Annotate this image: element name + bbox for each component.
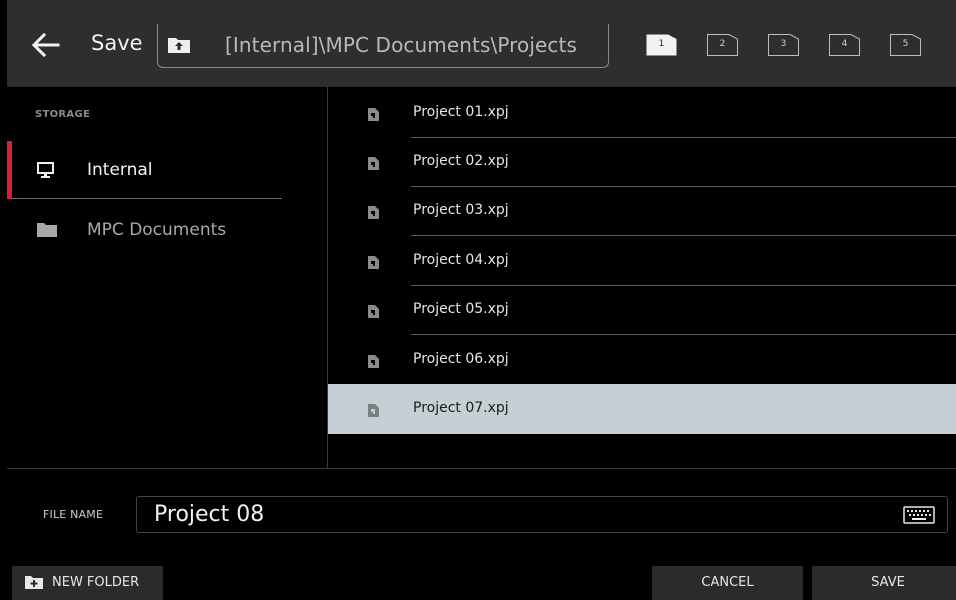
- monitor-icon: [37, 162, 55, 178]
- slot-label: 3: [780, 39, 787, 49]
- file-icon: [368, 303, 379, 318]
- file-icon: [368, 353, 379, 368]
- storage-item-label: Internal: [87, 160, 153, 180]
- storage-item-mpc-documents[interactable]: MPC Documents: [7, 201, 282, 259]
- page-title: Save: [91, 31, 143, 55]
- selection-marker: [7, 141, 12, 199]
- slot-3-button[interactable]: 3: [768, 34, 799, 56]
- file-name: Project 06.xpj: [413, 351, 509, 367]
- cancel-button[interactable]: CANCEL: [652, 566, 803, 600]
- storage-item-label: MPC Documents: [87, 220, 227, 240]
- back-arrow-icon[interactable]: [28, 28, 62, 62]
- file-name: Project 02.xpj: [413, 153, 509, 169]
- keyboard-icon[interactable]: [903, 506, 935, 524]
- slot-2-button[interactable]: 2: [707, 34, 738, 56]
- file-icon: [368, 155, 379, 170]
- new-folder-label: NEW FOLDER: [52, 575, 140, 590]
- file-icon: [368, 402, 379, 417]
- folder-icon: [37, 222, 57, 238]
- slot-label: 5: [902, 39, 909, 49]
- save-button[interactable]: SAVE: [812, 566, 956, 600]
- file-name: Project 03.xpj: [413, 202, 509, 218]
- section-divider: [7, 468, 956, 469]
- current-path: [Internal]\MPC Documents\Projects: [225, 33, 577, 57]
- file-row-selected[interactable]: Project 07.xpj: [328, 384, 956, 434]
- new-folder-icon: [25, 576, 43, 589]
- storage-section-label: STORAGE: [35, 109, 91, 120]
- file-row[interactable]: Project 02.xpj: [328, 137, 956, 187]
- file-row[interactable]: Project 06.xpj: [328, 335, 956, 385]
- file-row[interactable]: Project 01.xpj: [328, 88, 956, 138]
- file-row[interactable]: Project 05.xpj: [328, 285, 956, 335]
- file-name-value: Project 08: [154, 502, 265, 527]
- slot-label: 2: [719, 39, 726, 49]
- storage-panel: STORAGE Internal MPC Documents: [7, 87, 328, 468]
- slot-4-button[interactable]: 4: [829, 34, 860, 56]
- file-name: Project 07.xpj: [413, 400, 509, 416]
- file-icon: [368, 254, 379, 269]
- folder-up-icon[interactable]: [167, 36, 191, 54]
- file-name: Project 01.xpj: [413, 104, 509, 120]
- file-name: Project 05.xpj: [413, 301, 509, 317]
- slot-1-button[interactable]: 1: [646, 34, 677, 56]
- file-name-label: FILE NAME: [43, 508, 104, 521]
- slot-label: 1: [658, 39, 665, 49]
- slot-label: 4: [841, 39, 848, 49]
- file-row[interactable]: Project 03.xpj: [328, 186, 956, 236]
- file-icon: [368, 204, 379, 219]
- file-icon: [368, 106, 379, 121]
- storage-item-internal[interactable]: Internal: [7, 141, 282, 199]
- file-row[interactable]: Project 04.xpj: [328, 236, 956, 286]
- file-name-input[interactable]: Project 08: [136, 496, 948, 533]
- file-name: Project 04.xpj: [413, 252, 509, 268]
- new-folder-button[interactable]: NEW FOLDER: [12, 566, 163, 600]
- slot-5-button[interactable]: 5: [890, 34, 921, 56]
